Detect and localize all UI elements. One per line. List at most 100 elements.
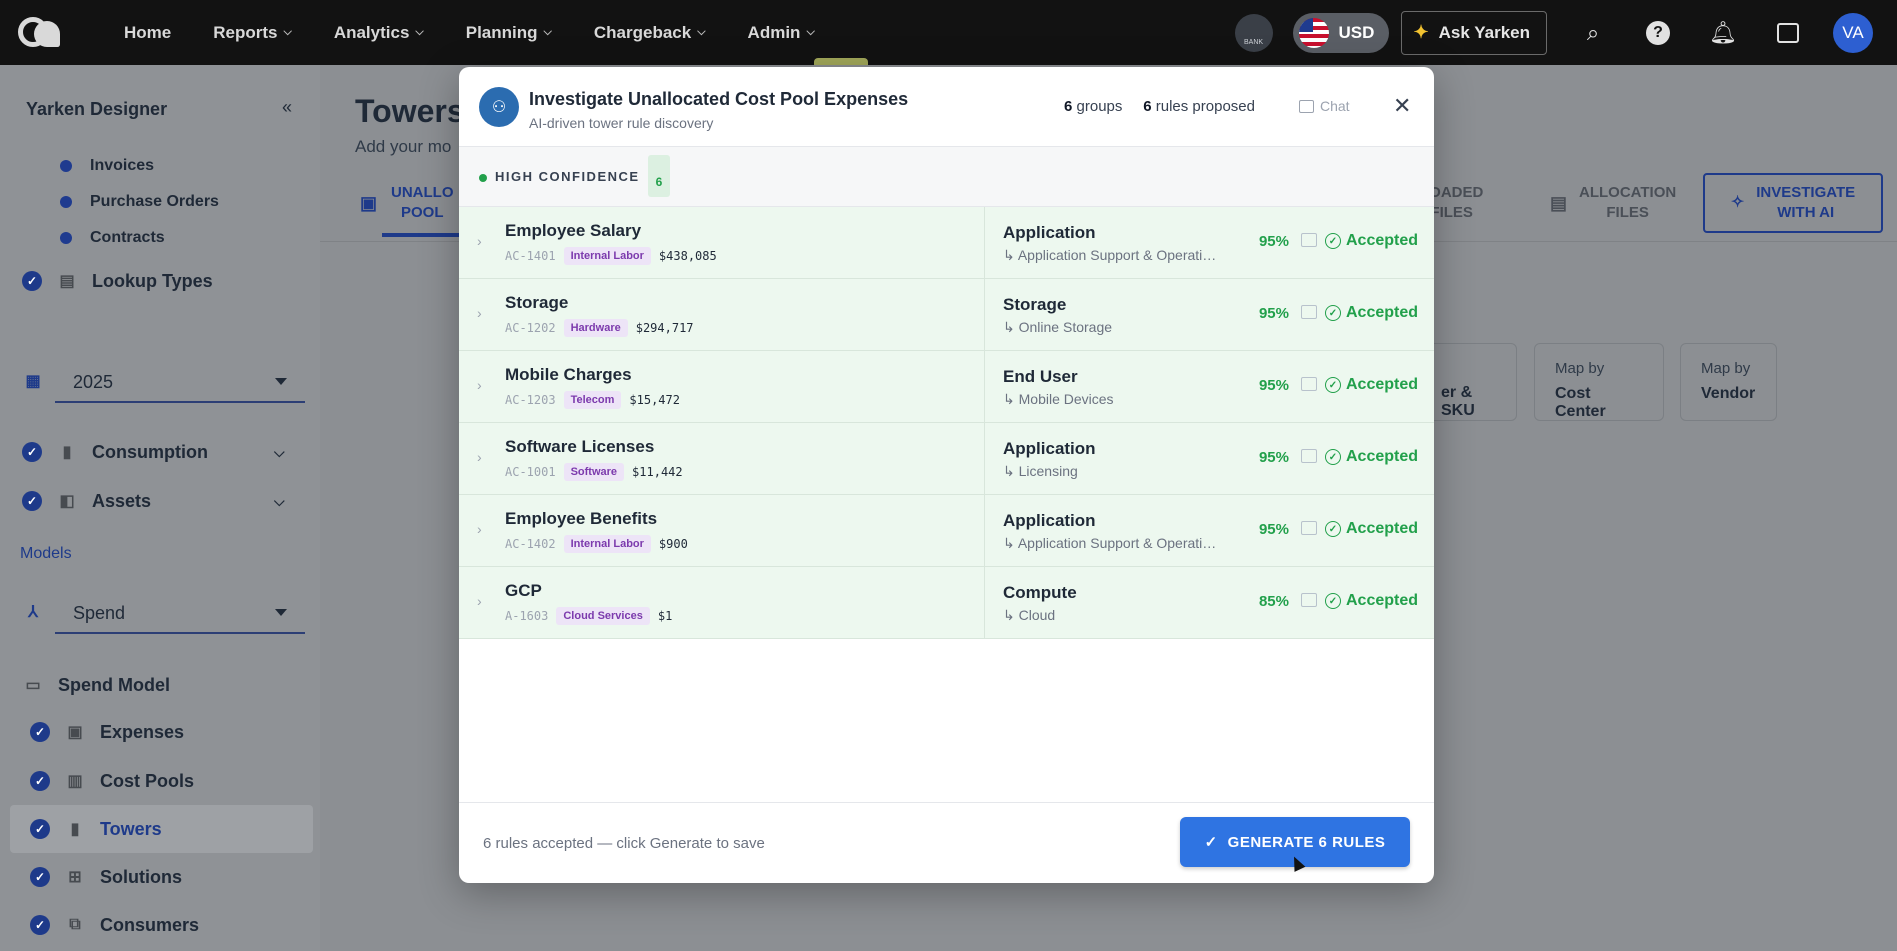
bullet-dot bbox=[60, 232, 72, 244]
model-row: ⅄ bbox=[22, 601, 44, 623]
expense-amount: $15,472 bbox=[629, 393, 680, 407]
accepted-status[interactable]: ✓ Accepted bbox=[1325, 304, 1418, 322]
sidebar-item-assets[interactable]: ✓ ◧ Assets ⌵ bbox=[22, 490, 285, 512]
sidebar-item-contracts[interactable]: Contracts bbox=[60, 229, 165, 247]
chat-button[interactable]: Chat bbox=[1299, 98, 1350, 114]
chevron-right-icon[interactable]: › bbox=[477, 521, 482, 537]
rule-row[interactable]: › GCP A-1603 Cloud Services $1 Compute ↳… bbox=[459, 567, 1434, 639]
rule-row[interactable]: › Employee Salary AC-1401 Internal Labor… bbox=[459, 207, 1434, 279]
confidence-percent: 85% bbox=[1258, 593, 1289, 610]
close-icon[interactable]: ✕ bbox=[1393, 93, 1411, 119]
account-code: AC-1001 bbox=[505, 465, 556, 479]
chat-label: Chat bbox=[1320, 98, 1350, 114]
sidebar-item-consumers[interactable]: ✓ ⧉ Consumers bbox=[30, 914, 199, 936]
list-icon: ▤ bbox=[59, 273, 75, 290]
accepted-status[interactable]: ✓ Accepted bbox=[1325, 376, 1418, 394]
nav-chargeback[interactable]: Chargeback ⌵ bbox=[594, 23, 706, 43]
chevron-right-icon[interactable]: › bbox=[477, 377, 482, 393]
tab-allocation-files[interactable]: ▤ ALLOCATION FILES bbox=[1550, 183, 1676, 223]
sidebar-item-invoices[interactable]: Invoices bbox=[60, 157, 154, 175]
accepted-status[interactable]: ✓ Accepted bbox=[1325, 520, 1418, 538]
row-divider bbox=[984, 279, 985, 351]
tower-name: Application bbox=[1003, 439, 1096, 458]
yarken-spark-icon: ✦ bbox=[1413, 22, 1429, 42]
chevron-right-icon[interactable]: › bbox=[477, 233, 482, 249]
accepted-status[interactable]: ✓ Accepted bbox=[1325, 448, 1418, 466]
chevron-down-icon: ⌵ bbox=[274, 443, 285, 460]
collapse-icon[interactable]: « bbox=[282, 97, 292, 118]
sparkle-icon: ✧ bbox=[1730, 194, 1745, 211]
map-by-cost-center-card[interactable]: Map by Cost Center bbox=[1534, 343, 1664, 421]
rule-row[interactable]: › Mobile Charges AC-1203 Telecom $15,472… bbox=[459, 351, 1434, 423]
nav-home[interactable]: Home bbox=[124, 23, 171, 43]
sub-tower-name: ↳ Mobile Devices bbox=[1003, 391, 1114, 407]
map-by-vendor-card[interactable]: Map by Vendor bbox=[1680, 343, 1777, 421]
sidebar-item-expenses[interactable]: ✓ ▣ Expenses bbox=[30, 721, 184, 743]
investigate-label-line2: WITH AI bbox=[1777, 204, 1835, 221]
chevron-right-icon[interactable]: › bbox=[477, 305, 482, 321]
help-icon[interactable]: ? bbox=[1638, 13, 1678, 53]
sidebar-item-lookup-types[interactable]: ✓ ▤ Lookup Types bbox=[22, 270, 213, 292]
confidence-group-header[interactable]: HIGH CONFIDENCE 6 bbox=[459, 147, 1434, 207]
investigate-with-ai-button[interactable]: ✧ INVESTIGATE WITH AI bbox=[1703, 173, 1883, 233]
chevron-right-icon[interactable]: › bbox=[477, 593, 482, 609]
yarken-logo[interactable] bbox=[18, 13, 64, 53]
sidebar-item-cost-pools[interactable]: ✓ ▥ Cost Pools bbox=[30, 770, 194, 792]
accepted-status[interactable]: ✓ Accepted bbox=[1325, 232, 1418, 250]
accepted-status[interactable]: ✓ Accepted bbox=[1325, 592, 1418, 610]
spend-model-heading[interactable]: ▭ Spend Model bbox=[22, 674, 170, 696]
chevron-right-icon[interactable]: › bbox=[477, 449, 482, 465]
comment-icon[interactable] bbox=[1301, 305, 1317, 319]
ask-yarken-button[interactable]: ✦ Ask Yarken bbox=[1400, 10, 1547, 55]
rule-row[interactable]: › Storage AC-1202 Hardware $294,717 Stor… bbox=[459, 279, 1434, 351]
comment-icon[interactable] bbox=[1301, 233, 1317, 247]
chat-icon bbox=[1299, 99, 1314, 113]
nav-admin[interactable]: Admin ⌵ bbox=[748, 23, 815, 43]
tab-unallocated-pools[interactable]: ▣ UNALLO POOL bbox=[360, 183, 454, 223]
model-select[interactable]: Spend bbox=[55, 603, 305, 634]
nav-reports[interactable]: Reports ⌵ bbox=[213, 23, 292, 43]
rule-row[interactable]: › Employee Benefits AC-1402 Internal Lab… bbox=[459, 495, 1434, 567]
bank-icon[interactable]: BANK bbox=[1234, 13, 1273, 52]
nav-analytics[interactable]: Analytics ⌵ bbox=[334, 23, 424, 43]
sidebar-item-purchase-orders[interactable]: Purchase Orders bbox=[60, 193, 219, 211]
expense-amount: $438,085 bbox=[658, 249, 717, 263]
sidebar-item-label: Contracts bbox=[90, 229, 165, 246]
nav-planning[interactable]: Planning ⌵ bbox=[466, 23, 552, 43]
year-select[interactable]: 2025 bbox=[55, 372, 305, 403]
sidebar-item-label: Lookup Types bbox=[92, 270, 213, 291]
spend-model-label: Spend Model bbox=[58, 674, 170, 695]
inbox-icon[interactable] bbox=[1768, 13, 1808, 53]
comment-icon[interactable] bbox=[1301, 377, 1317, 391]
check-icon: ✓ bbox=[1204, 834, 1218, 851]
sidebar-item-label: Cost Pools bbox=[100, 770, 195, 791]
currency-label: USD bbox=[1338, 22, 1375, 42]
comment-icon[interactable] bbox=[1301, 593, 1317, 607]
bullet-dot bbox=[60, 160, 72, 172]
expense-name: Mobile Charges bbox=[505, 365, 632, 384]
sidebar-item-label: Expenses bbox=[100, 721, 185, 742]
map-by-card[interactable]: er & SKU bbox=[1420, 343, 1517, 421]
status-label: Accepted bbox=[1346, 520, 1419, 537]
page-title: Towers bbox=[355, 93, 465, 129]
chevron-down-icon: ⌵ bbox=[415, 26, 424, 38]
bullet-dot bbox=[60, 196, 72, 208]
row-divider bbox=[984, 207, 985, 279]
sidebar-item-solutions[interactable]: ✓ ⊞ Solutions bbox=[30, 866, 182, 888]
avatar[interactable]: VA bbox=[1833, 12, 1873, 53]
model-tree-icon: ⅄ bbox=[28, 604, 38, 621]
sidebar-item-consumption[interactable]: ✓ ▮ Consumption ⌵ bbox=[22, 441, 285, 463]
comment-icon[interactable] bbox=[1301, 521, 1317, 535]
sidebar-item-towers[interactable]: ✓ ▮ Towers bbox=[30, 818, 162, 840]
check-icon: ✓ bbox=[30, 819, 50, 839]
search-icon[interactable]: ⌕ bbox=[1573, 13, 1613, 53]
rule-row[interactable]: › Software Licenses AC-1001 Software $11… bbox=[459, 423, 1434, 495]
models-heading: Models bbox=[20, 545, 72, 562]
comment-icon[interactable] bbox=[1301, 449, 1317, 463]
dropdown-arrow-icon bbox=[275, 378, 287, 385]
map-card-label: Cost Center bbox=[1555, 385, 1606, 420]
bell-icon[interactable]: 🔔︎ bbox=[1703, 13, 1743, 53]
currency-selector[interactable]: USD bbox=[1292, 12, 1389, 53]
avatar-initials: VA bbox=[1842, 22, 1864, 42]
expense-meta: AC-1001 Software $11,442 bbox=[505, 463, 683, 481]
